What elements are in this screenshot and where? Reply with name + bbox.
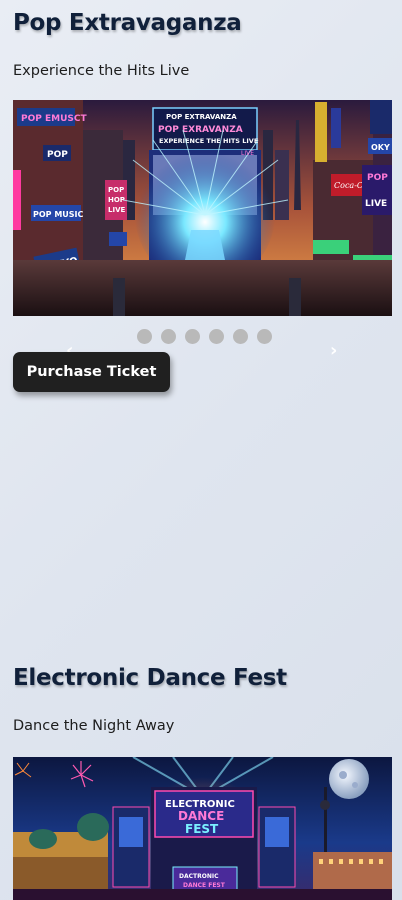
svg-text:POP EXTRAVANZA: POP EXTRAVANZA [166, 113, 237, 121]
svg-text:EXPERIENCE THE HITS LIVE: EXPERIENCE THE HITS LIVE [159, 137, 258, 145]
svg-text:HOP: HOP [108, 196, 125, 204]
svg-text:POP: POP [47, 150, 68, 160]
carousel-dot[interactable] [209, 329, 224, 344]
svg-text:POP MUSIC: POP MUSIC [33, 210, 84, 219]
event-title: Pop Extravaganza [13, 10, 242, 36]
svg-text:LIVE: LIVE [365, 199, 387, 209]
svg-text:DACTRONIC: DACTRONIC [179, 873, 219, 880]
carousel-dot[interactable] [161, 329, 176, 344]
purchase-ticket-button[interactable]: Purchase Ticket [13, 352, 170, 392]
carousel-dot[interactable] [233, 329, 248, 344]
svg-text:POP: POP [367, 173, 388, 183]
carousel-dot[interactable] [137, 329, 152, 344]
carousel-indicator-dots [137, 329, 272, 344]
event-subtitle: Experience the Hits Live [13, 63, 190, 79]
svg-text:POP: POP [108, 186, 124, 194]
svg-text:LIVE: LIVE [108, 206, 125, 214]
carousel-next-arrow[interactable]: › [330, 340, 337, 361]
svg-text:OKY: OKY [371, 143, 390, 152]
svg-text:LIVE: LIVE [241, 150, 254, 157]
event-title: Electronic Dance Fest [13, 665, 287, 691]
pop-concert-illustration: POP EMUSCT POP POP MUSIC TOKYO POP HOP L… [13, 100, 392, 316]
edm-festival-illustration: ELECTRONIC DANCE FEST DACTRONIC DANCE FE… [13, 757, 392, 900]
carousel-dot[interactable] [257, 329, 272, 344]
svg-text:POP EXRAVANZA: POP EXRAVANZA [158, 125, 243, 135]
svg-text:FEST: FEST [185, 822, 219, 836]
svg-text:DANCE: DANCE [178, 809, 224, 823]
svg-text:DANCE FEST: DANCE FEST [183, 882, 226, 889]
event-poster-image: ELECTRONIC DANCE FEST DACTRONIC DANCE FE… [13, 757, 392, 900]
svg-text:POP EMUSCT: POP EMUSCT [21, 114, 87, 124]
event-subtitle: Dance the Night Away [13, 718, 175, 734]
event-poster-image: POP EMUSCT POP POP MUSIC TOKYO POP HOP L… [13, 100, 392, 316]
carousel-dot[interactable] [185, 329, 200, 344]
